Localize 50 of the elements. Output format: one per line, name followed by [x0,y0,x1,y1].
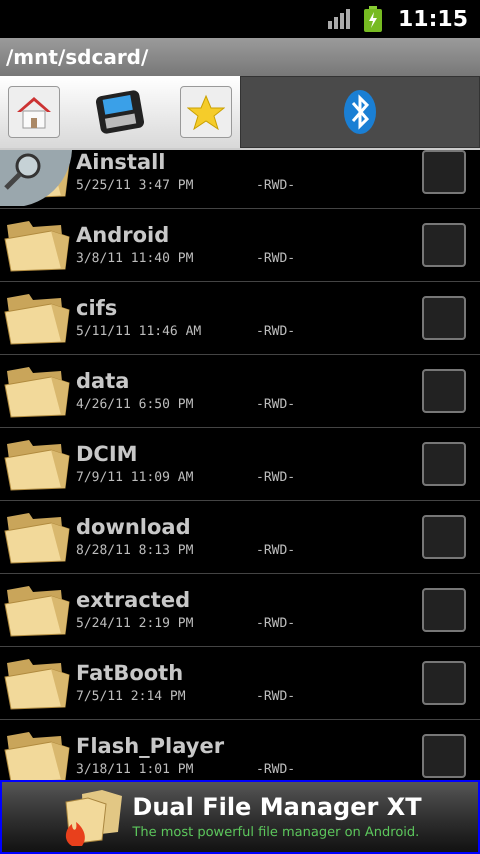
modified-date: 7/5/11 2:14 PM [76,688,187,706]
modified-date: 7/9/11 11:09 AM [76,469,194,488]
house-icon [15,94,53,130]
banner-title: Dual File Manager XT [132,792,422,824]
permissions: -RWD- [256,615,296,634]
checkbox[interactable] [422,661,466,705]
permissions: -RWD- [256,177,296,196]
search-icon[interactable] [0,150,72,206]
checkbox[interactable] [422,515,466,559]
folder-name: data [76,368,130,396]
banner-subtitle: The most powerful file manager on Android. [132,824,420,842]
folder-name: download [76,514,192,542]
folder-name: DCIM [76,441,139,468]
permissions: -RWD- [256,688,296,706]
clock: 11:15 [398,6,468,34]
modified-date: 4/26/11 6:50 PM [76,396,194,414]
permissions: -RWD- [256,396,296,414]
folder-name: extracted [76,587,192,614]
checkbox[interactable] [422,588,466,632]
permissions: -RWD- [256,250,296,268]
path-title: /mnt/sdcard/ [6,44,148,71]
folder-name: Ainstall [76,150,167,176]
local-panel-tab[interactable] [0,76,240,148]
permissions: -RWD- [256,469,296,488]
checkbox[interactable] [422,734,466,778]
modified-date: 5/25/11 3:47 PM [76,177,194,196]
bluetooth-icon [343,89,377,135]
star-icon [187,94,225,130]
modified-date: 5/24/11 2:19 PM [76,615,194,634]
modified-date: 3/8/11 11:40 PM [76,250,194,268]
modified-date: 8/28/11 8:13 PM [76,542,194,560]
folder-name: cifs [76,295,118,322]
modified-date: 3/18/11 1:01 PM [76,761,194,780]
checkbox[interactable] [422,442,466,486]
modified-date: 5/11/11 11:46 AM [76,323,202,342]
folder-name: Flash_Player [76,733,226,760]
checkbox[interactable] [422,369,466,413]
checkbox[interactable] [422,296,466,340]
folder-name: Android [76,222,170,250]
battery-charging-icon [364,6,382,32]
permissions: -RWD- [256,323,296,342]
home-button[interactable] [8,86,60,138]
permissions: -RWD- [256,542,296,560]
signal-icon [328,9,352,29]
folder-name: FatBooth [76,660,184,688]
favorites-button[interactable] [180,86,232,138]
permissions: -RWD- [256,761,296,780]
checkbox[interactable] [422,223,466,267]
checkbox[interactable] [422,150,466,194]
ad-banner[interactable]: Dual File Manager XT The most powerful file manager on Android. [0,780,480,854]
